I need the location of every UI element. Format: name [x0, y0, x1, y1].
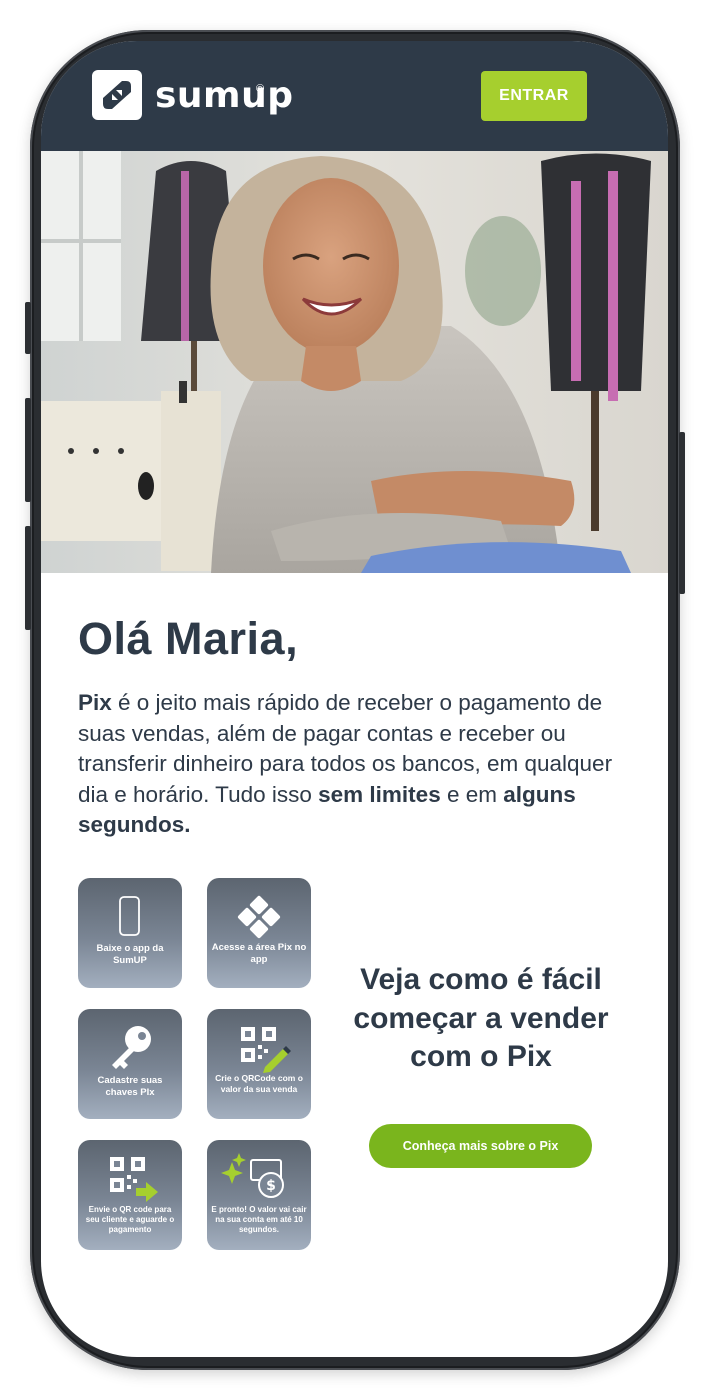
brand-name: sumup: [155, 75, 294, 116]
smartphone-icon: [119, 896, 140, 936]
step-card-send-qrcode: Envie o QR code para seu cliente e aguar…: [78, 1140, 182, 1250]
learn-more-pix-button[interactable]: Conheça mais sobre o Pix: [369, 1124, 592, 1168]
step-label: Baixe o app da SumUP: [96, 943, 164, 966]
step-card-register-keys: Cadastre suas chaves PIx: [78, 1009, 182, 1119]
step-card-done: $ E pronto! O valor vai cair na sua cont…: [207, 1140, 311, 1250]
hero-photo: [41, 151, 668, 573]
svg-text:$: $: [266, 1178, 276, 1194]
step-card-open-pix: Acesse a área Pix no app: [207, 878, 311, 988]
step-label: Crie o QRCode com o valor da sua venda: [215, 1073, 303, 1094]
key-icon: [112, 1026, 151, 1069]
intro-paragraph: Pix é o jeito mais rápido de receber o p…: [78, 688, 648, 841]
login-button[interactable]: ENTRAR: [481, 71, 587, 121]
step-label: Envie o QR code para seu cliente e aguar…: [85, 1205, 175, 1234]
email-screen: sumup ® ENTRAR Olá Maria, Pix é o jeito …: [41, 41, 668, 1357]
phone-volume-down-button: [25, 526, 31, 630]
phone-mute-button: [25, 302, 31, 354]
pix-emphasis: Pix: [78, 690, 112, 715]
step-label: Acesse a área Pix no app: [211, 942, 307, 965]
pix-icon: [237, 895, 281, 939]
cta-heading: Veja como é fácil começar a vender com o…: [353, 963, 609, 1073]
qrcode-pencil-icon: [241, 1027, 291, 1073]
phone-power-button: [679, 432, 685, 594]
step-label: E pronto! O valor vai cair na sua conta …: [211, 1205, 307, 1234]
registered-mark: ®: [256, 83, 265, 95]
sumup-logo-icon: [92, 70, 142, 120]
step-card-download-app: Baixe o app da SumUP: [78, 878, 182, 988]
no-limits-emphasis: sem limites: [318, 781, 441, 807]
header-bar: sumup ® ENTRAR: [41, 41, 668, 151]
intro-text-2: e em: [440, 781, 504, 807]
greeting-heading: Olá Maria,: [78, 613, 299, 664]
phone-volume-up-button: [25, 398, 31, 502]
step-label: Cadastre suas chaves PIx: [97, 1075, 163, 1098]
step-card-create-qrcode: Crie o QRCode com o valor da sua venda: [207, 1009, 311, 1119]
